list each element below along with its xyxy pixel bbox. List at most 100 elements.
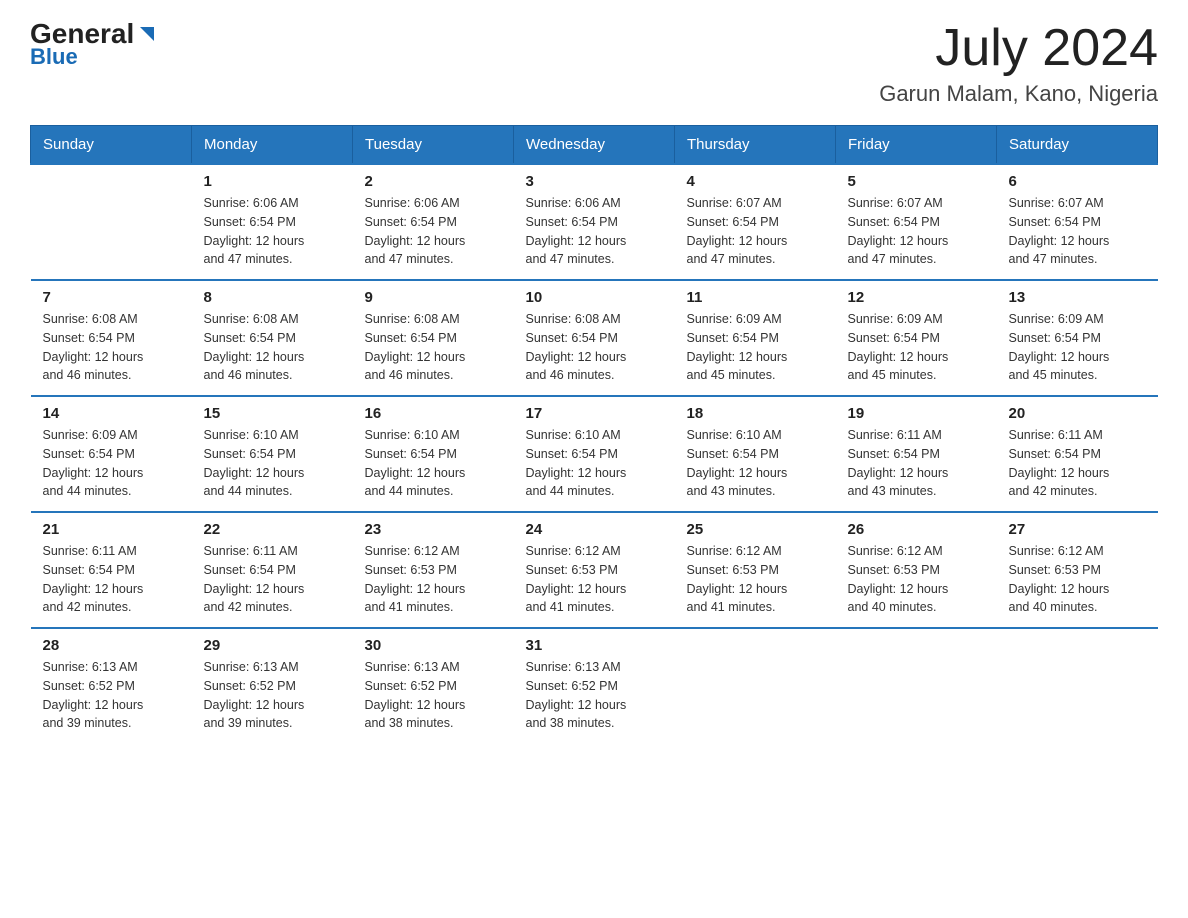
column-header-sunday: Sunday: [31, 126, 192, 165]
column-header-thursday: Thursday: [675, 126, 836, 165]
logo: General Blue: [30, 20, 158, 70]
day-info: Sunrise: 6:06 AM Sunset: 6:54 PM Dayligh…: [204, 194, 343, 269]
day-info: Sunrise: 6:09 AM Sunset: 6:54 PM Dayligh…: [43, 426, 182, 501]
column-header-monday: Monday: [192, 126, 353, 165]
calendar-cell: 13Sunrise: 6:09 AM Sunset: 6:54 PM Dayli…: [997, 280, 1158, 396]
page-header: General Blue July 2024 Garun Malam, Kano…: [30, 20, 1158, 107]
calendar-cell: 19Sunrise: 6:11 AM Sunset: 6:54 PM Dayli…: [836, 396, 997, 512]
day-number: 23: [365, 521, 504, 538]
day-info: Sunrise: 6:07 AM Sunset: 6:54 PM Dayligh…: [687, 194, 826, 269]
day-number: 22: [204, 521, 343, 538]
calendar-cell: 8 Sunrise: 6:08 AM Sunset: 6:54 PM Daylig…: [192, 280, 353, 396]
day-info: Sunrise: 6:08 AM Sunset: 6:54 PM Dayligh…: [204, 310, 343, 385]
calendar-cell: [675, 628, 836, 743]
calendar-cell: 11 Sunrise: 6:09 AM Sunset: 6:54 PM Dayli…: [675, 280, 836, 396]
day-number: 29: [204, 637, 343, 654]
calendar-cell: 18Sunrise: 6:10 AM Sunset: 6:54 PM Dayli…: [675, 396, 836, 512]
calendar-cell: 30 Sunrise: 6:13 AM Sunset: 6:52 PM Dayli…: [353, 628, 514, 743]
day-info: Sunrise: 6:06 AM Sunset: 6:54 PM Dayligh…: [365, 194, 504, 269]
day-info: Sunrise: 6:08 AM Sunset: 6:54 PM Dayligh…: [526, 310, 665, 385]
calendar-cell: 12 Sunrise: 6:09 AM Sunset: 6:54 PM Dayli…: [836, 280, 997, 396]
title-block: July 2024 Garun Malam, Kano, Nigeria: [879, 20, 1158, 107]
calendar-cell: 26 Sunrise: 6:12 AM Sunset: 6:53 PM Dayli…: [836, 512, 997, 628]
day-number: 19: [848, 405, 987, 422]
calendar-cell: 6Sunrise: 6:07 AM Sunset: 6:54 PM Daylig…: [997, 164, 1158, 280]
logo-blue-text: Blue: [30, 44, 78, 70]
column-header-tuesday: Tuesday: [353, 126, 514, 165]
day-info: Sunrise: 6:10 AM Sunset: 6:54 PM Dayligh…: [204, 426, 343, 501]
calendar-cell: [31, 164, 192, 280]
day-number: 28: [43, 637, 182, 654]
day-number: 16: [365, 405, 504, 422]
day-info: Sunrise: 6:09 AM Sunset: 6:54 PM Dayligh…: [848, 310, 987, 385]
location: Garun Malam, Kano, Nigeria: [879, 81, 1158, 107]
day-number: 3: [526, 173, 665, 190]
calendar-week-row: 7Sunrise: 6:08 AM Sunset: 6:54 PM Daylig…: [31, 280, 1158, 396]
day-info: Sunrise: 6:13 AM Sunset: 6:52 PM Dayligh…: [204, 658, 343, 733]
column-header-friday: Friday: [836, 126, 997, 165]
calendar-cell: 7Sunrise: 6:08 AM Sunset: 6:54 PM Daylig…: [31, 280, 192, 396]
day-number: 14: [43, 405, 182, 422]
day-info: Sunrise: 6:10 AM Sunset: 6:54 PM Dayligh…: [526, 426, 665, 501]
day-number: 20: [1009, 405, 1148, 422]
calendar-week-row: 21 Sunrise: 6:11 AM Sunset: 6:54 PM Dayli…: [31, 512, 1158, 628]
calendar-cell: 17Sunrise: 6:10 AM Sunset: 6:54 PM Dayli…: [514, 396, 675, 512]
day-info: Sunrise: 6:12 AM Sunset: 6:53 PM Dayligh…: [526, 542, 665, 617]
day-number: 26: [848, 521, 987, 538]
day-number: 8: [204, 289, 343, 306]
day-number: 15: [204, 405, 343, 422]
calendar-week-row: 28 Sunrise: 6:13 AM Sunset: 6:52 PM Dayli…: [31, 628, 1158, 743]
calendar-cell: [836, 628, 997, 743]
day-number: 25: [687, 521, 826, 538]
day-info: Sunrise: 6:09 AM Sunset: 6:54 PM Dayligh…: [687, 310, 826, 385]
calendar-cell: 2 Sunrise: 6:06 AM Sunset: 6:54 PM Daylig…: [353, 164, 514, 280]
day-info: Sunrise: 6:13 AM Sunset: 6:52 PM Dayligh…: [526, 658, 665, 733]
day-info: Sunrise: 6:10 AM Sunset: 6:54 PM Dayligh…: [365, 426, 504, 501]
calendar-cell: 16 Sunrise: 6:10 AM Sunset: 6:54 PM Dayli…: [353, 396, 514, 512]
calendar-cell: 14 Sunrise: 6:09 AM Sunset: 6:54 PM Dayli…: [31, 396, 192, 512]
day-info: Sunrise: 6:12 AM Sunset: 6:53 PM Dayligh…: [687, 542, 826, 617]
calendar-cell: 20 Sunrise: 6:11 AM Sunset: 6:54 PM Dayli…: [997, 396, 1158, 512]
day-number: 27: [1009, 521, 1148, 538]
day-number: 10: [526, 289, 665, 306]
calendar-cell: 23 Sunrise: 6:12 AM Sunset: 6:53 PM Dayli…: [353, 512, 514, 628]
calendar-cell: 21 Sunrise: 6:11 AM Sunset: 6:54 PM Dayli…: [31, 512, 192, 628]
day-number: 24: [526, 521, 665, 538]
day-number: 21: [43, 521, 182, 538]
day-info: Sunrise: 6:07 AM Sunset: 6:54 PM Dayligh…: [848, 194, 987, 269]
calendar-cell: [997, 628, 1158, 743]
logo-triangle-icon: [136, 23, 158, 45]
day-number: 1: [204, 173, 343, 190]
calendar-cell: 10 Sunrise: 6:08 AM Sunset: 6:54 PM Dayli…: [514, 280, 675, 396]
calendar-cell: 22 Sunrise: 6:11 AM Sunset: 6:54 PM Dayli…: [192, 512, 353, 628]
calendar-cell: 1 Sunrise: 6:06 AM Sunset: 6:54 PM Daylig…: [192, 164, 353, 280]
day-info: Sunrise: 6:06 AM Sunset: 6:54 PM Dayligh…: [526, 194, 665, 269]
day-number: 4: [687, 173, 826, 190]
calendar-cell: 9Sunrise: 6:08 AM Sunset: 6:54 PM Daylig…: [353, 280, 514, 396]
calendar-week-row: 1 Sunrise: 6:06 AM Sunset: 6:54 PM Daylig…: [31, 164, 1158, 280]
column-header-saturday: Saturday: [997, 126, 1158, 165]
day-info: Sunrise: 6:12 AM Sunset: 6:53 PM Dayligh…: [848, 542, 987, 617]
day-info: Sunrise: 6:11 AM Sunset: 6:54 PM Dayligh…: [43, 542, 182, 617]
calendar-cell: 5 Sunrise: 6:07 AM Sunset: 6:54 PM Daylig…: [836, 164, 997, 280]
day-number: 11: [687, 289, 826, 306]
calendar-cell: 3 Sunrise: 6:06 AM Sunset: 6:54 PM Daylig…: [514, 164, 675, 280]
day-info: Sunrise: 6:11 AM Sunset: 6:54 PM Dayligh…: [1009, 426, 1148, 501]
day-info: Sunrise: 6:13 AM Sunset: 6:52 PM Dayligh…: [365, 658, 504, 733]
day-info: Sunrise: 6:11 AM Sunset: 6:54 PM Dayligh…: [204, 542, 343, 617]
day-number: 2: [365, 173, 504, 190]
column-header-wednesday: Wednesday: [514, 126, 675, 165]
day-info: Sunrise: 6:12 AM Sunset: 6:53 PM Dayligh…: [1009, 542, 1148, 617]
calendar-cell: 25 Sunrise: 6:12 AM Sunset: 6:53 PM Dayli…: [675, 512, 836, 628]
day-number: 12: [848, 289, 987, 306]
day-info: Sunrise: 6:12 AM Sunset: 6:53 PM Dayligh…: [365, 542, 504, 617]
day-info: Sunrise: 6:08 AM Sunset: 6:54 PM Dayligh…: [43, 310, 182, 385]
day-info: Sunrise: 6:10 AM Sunset: 6:54 PM Dayligh…: [687, 426, 826, 501]
day-number: 5: [848, 173, 987, 190]
calendar-cell: 28Sunrise: 6:13 AM Sunset: 6:52 PM Dayli…: [31, 628, 192, 743]
day-number: 6: [1009, 173, 1148, 190]
calendar-cell: 15 Sunrise: 6:10 AM Sunset: 6:54 PM Dayli…: [192, 396, 353, 512]
calendar-week-row: 14 Sunrise: 6:09 AM Sunset: 6:54 PM Dayli…: [31, 396, 1158, 512]
day-number: 30: [365, 637, 504, 654]
calendar-cell: 29 Sunrise: 6:13 AM Sunset: 6:52 PM Dayli…: [192, 628, 353, 743]
